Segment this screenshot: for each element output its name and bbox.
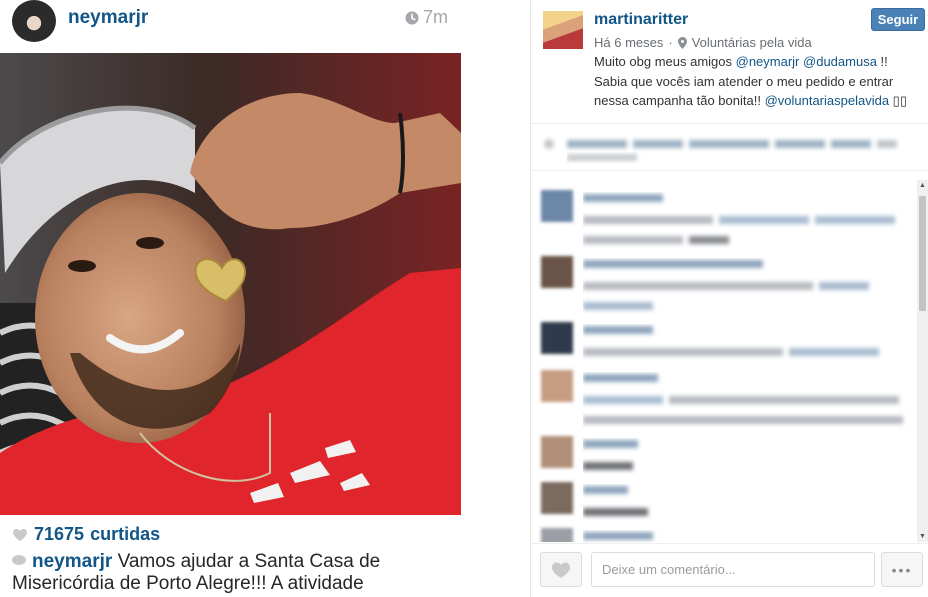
- more-icon: •••: [891, 561, 913, 578]
- avatar[interactable]: [541, 256, 573, 288]
- detail-header: martinaritter Seguir Há 6 meses · Volunt…: [531, 0, 928, 120]
- mention-link[interactable]: @dudamusa: [803, 54, 877, 69]
- detail-description: Muito obg meus amigos @neymarjr @dudamus…: [594, 52, 914, 111]
- post-header: neymarjr 7m: [0, 0, 470, 42]
- likers-row: [541, 134, 901, 164]
- avatar[interactable]: [541, 190, 573, 222]
- comments-scrollbar[interactable]: ▲ ▼: [917, 180, 928, 542]
- avatar[interactable]: [541, 322, 573, 354]
- more-options-button[interactable]: •••: [881, 552, 923, 587]
- pin-icon: [677, 36, 687, 49]
- comment-blur: [583, 532, 653, 540]
- detail-username[interactable]: martinaritter: [594, 11, 688, 29]
- avatar[interactable]: [541, 482, 573, 514]
- post-time-text: 7m: [422, 7, 448, 27]
- heart-icon: [13, 528, 27, 541]
- like-button[interactable]: [540, 552, 582, 587]
- divider: [531, 170, 928, 171]
- caption-username[interactable]: neymarjr: [32, 551, 112, 572]
- location-link[interactable]: Voluntárias pela vida: [692, 35, 812, 50]
- scroll-up-icon[interactable]: ▲: [919, 182, 926, 189]
- likes-count[interactable]: 71675: [34, 524, 84, 545]
- divider: [531, 123, 928, 124]
- desc-tail: ▯▯: [889, 93, 907, 108]
- comment-blur: [583, 440, 638, 470]
- speech-bubble-icon: [12, 555, 26, 565]
- comment-blur: [583, 260, 869, 310]
- avatar[interactable]: [543, 11, 583, 49]
- post-caption: neymarjr Vamos ajudar a Santa Casa de Mi…: [12, 551, 452, 595]
- likers-blur-2: [567, 154, 637, 161]
- comment-input[interactable]: [591, 552, 875, 587]
- post-username[interactable]: neymarjr: [68, 7, 148, 29]
- comment-bar: •••: [531, 543, 928, 597]
- comments-list[interactable]: [531, 180, 928, 542]
- avatar[interactable]: [541, 436, 573, 468]
- post-panel: neymarjr 7m 71675 curtidas neymarjr Vamo…: [0, 0, 530, 597]
- post-photo[interactable]: [0, 53, 461, 515]
- follow-button[interactable]: Seguir: [871, 8, 925, 31]
- scroll-down-icon[interactable]: ▼: [919, 533, 926, 540]
- likes-label[interactable]: curtidas: [90, 524, 160, 545]
- post-time: 7m: [405, 7, 448, 28]
- avatar[interactable]: [541, 528, 573, 542]
- comment-blur: [583, 194, 895, 244]
- scroll-thumb[interactable]: [919, 196, 926, 311]
- avatar[interactable]: [12, 0, 56, 42]
- likes-row: 71675 curtidas: [12, 524, 160, 545]
- post-age: Há 6 meses: [594, 35, 664, 50]
- heart-icon: [552, 562, 570, 578]
- comment-blur: [583, 326, 879, 356]
- detail-meta: Há 6 meses · Voluntárias pela vida: [594, 35, 812, 50]
- desc-text: Muito obg meus amigos: [594, 54, 736, 69]
- comment-blur: [583, 374, 903, 424]
- mention-link[interactable]: @neymarjr: [736, 54, 800, 69]
- likers-blur: [544, 139, 897, 149]
- mention-link[interactable]: @voluntariaspelavida: [765, 93, 890, 108]
- post-photo-image: [0, 53, 461, 515]
- detail-panel: martinaritter Seguir Há 6 meses · Volunt…: [530, 0, 928, 597]
- comment-blur: [583, 486, 648, 516]
- avatar[interactable]: [541, 370, 573, 402]
- clock-icon: [405, 11, 419, 24]
